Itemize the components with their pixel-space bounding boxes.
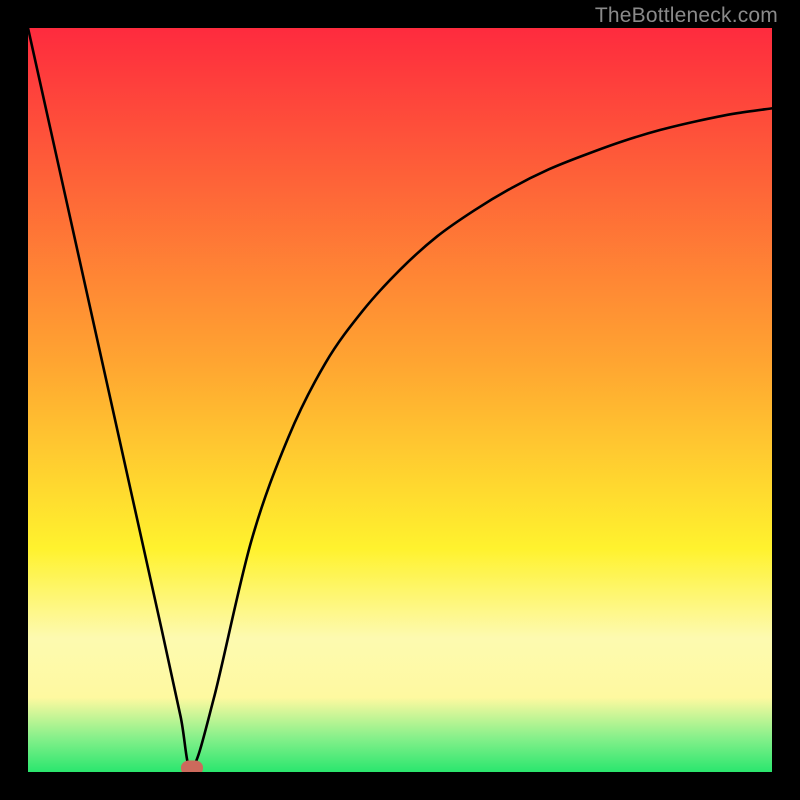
curve-layer — [28, 28, 772, 772]
bottleneck-curve — [28, 28, 772, 768]
plot-area — [28, 28, 772, 772]
watermark-text: TheBottleneck.com — [595, 4, 778, 28]
chart-frame: TheBottleneck.com — [0, 0, 800, 800]
optimal-point-marker — [181, 761, 203, 772]
